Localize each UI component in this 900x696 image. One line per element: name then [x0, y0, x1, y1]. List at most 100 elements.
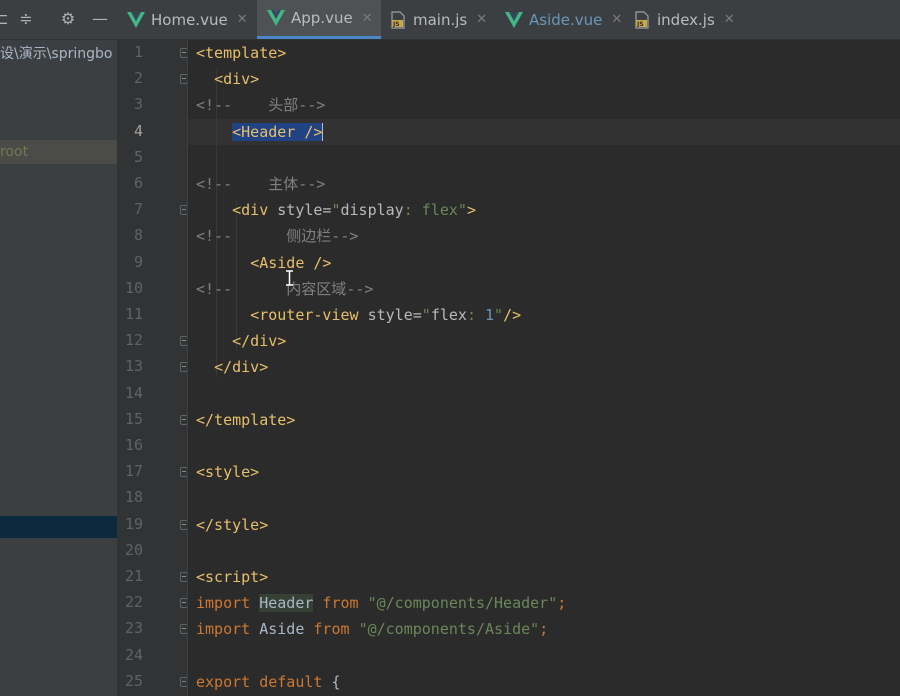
line-number: 6 [133, 174, 143, 192]
code-line[interactable]: </style> [196, 512, 268, 538]
line-number: 8 [133, 226, 143, 245]
code-token: ; [539, 620, 549, 639]
code-token: style= [367, 306, 422, 324]
tab-index-js[interactable]: JS index.js ✕ [625, 0, 755, 39]
code-token: : [403, 201, 422, 220]
vue-file-icon [127, 11, 145, 28]
code-token: style= [277, 201, 332, 220]
line-number: 3 [133, 95, 143, 114]
code-token: </template> [196, 410, 296, 429]
text-caret [322, 123, 324, 142]
code-line[interactable]: import Header from "@/components/Header"… [196, 590, 566, 616]
code-token: </div> [232, 332, 287, 351]
svg-text:JS: JS [636, 21, 644, 28]
tab-label: App.vue [291, 9, 353, 27]
expand-icon[interactable]: ⊏ [0, 9, 12, 29]
code-line[interactable]: <div> [196, 66, 259, 92]
code-token: <style> [196, 463, 260, 482]
line-number: 9 [133, 252, 143, 271]
code-editor[interactable]: <template> <div> <!-- 头部--> <Header /> <!-… [188, 40, 900, 696]
root-label: root [0, 144, 29, 160]
line-number: 4 [133, 121, 143, 140]
line-number: 18 [124, 488, 143, 507]
code-line[interactable]: import Aside from "@/components/Aside"; [196, 616, 548, 642]
collapse-icon[interactable]: ≑ [16, 9, 36, 29]
line-number: 25 [124, 671, 143, 690]
tab-label: Home.vue [151, 10, 228, 29]
line-number: 24 [124, 645, 143, 664]
code-token: flex [421, 201, 458, 220]
line-number: 5 [133, 147, 143, 166]
svg-text:JS: JS [392, 21, 400, 28]
code-token: : [466, 306, 485, 324]
code-line[interactable]: <Header /> [196, 119, 324, 145]
code-token: <Header /> [232, 122, 323, 141]
code-token: ; [557, 594, 567, 613]
line-number: 14 [124, 383, 143, 402]
project-tree-selected-row[interactable] [0, 516, 117, 538]
tab-label: index.js [657, 10, 715, 29]
code-token: " [421, 306, 431, 324]
line-number: 23 [124, 619, 143, 638]
code-token: </div> [214, 358, 269, 377]
project-tree-root-row[interactable]: root [0, 140, 117, 164]
close-icon[interactable]: ✕ [724, 12, 735, 27]
project-toolbar: ⊏ ≑ ⚙ — [0, 0, 117, 40]
editor-tab-bar: Home.vue ✕ App.vue ✕ JS main.js ✕ Aside.vue ✕ JS i… [117, 0, 900, 40]
close-icon[interactable]: ✕ [611, 12, 622, 27]
tab-app-vue[interactable]: App.vue ✕ [257, 0, 381, 39]
code-line[interactable]: </div> [196, 354, 268, 380]
project-path[interactable]: 设\演示\springbo [0, 43, 117, 63]
code-token: <!-- 主体--> [196, 175, 326, 193]
tab-aside-vue[interactable]: Aside.vue ✕ [495, 0, 625, 39]
close-icon[interactable]: ✕ [476, 12, 487, 27]
code-line[interactable]: <style> [196, 459, 259, 485]
code-token: " [457, 201, 467, 220]
code-token: from [313, 594, 368, 613]
tab-main-js[interactable]: JS main.js ✕ [381, 0, 495, 39]
code-line[interactable]: <Aside /> [196, 250, 331, 276]
code-token: 1 [485, 306, 495, 324]
line-number: 7 [133, 200, 143, 219]
code-line[interactable]: <script> [196, 564, 268, 590]
close-icon[interactable]: ✕ [362, 11, 373, 26]
code-line[interactable]: <div style="display: flex"> [196, 197, 476, 223]
code-token: > [466, 201, 476, 220]
code-token: <router-view [250, 306, 368, 324]
code-line[interactable]: export default { [196, 669, 341, 695]
line-number: 20 [124, 540, 143, 559]
minus-icon[interactable]: — [90, 9, 110, 29]
line-number: 19 [124, 514, 143, 533]
code-line[interactable]: <!-- 主体--> [196, 171, 325, 197]
code-token: <script> [196, 568, 269, 586]
code-line[interactable]: </div> [196, 328, 286, 354]
code-token: <!-- 头部--> [196, 96, 326, 115]
code-token: /> [503, 306, 522, 324]
tab-home-vue[interactable]: Home.vue ✕ [117, 0, 257, 39]
code-line[interactable]: <router-view style="flex: 1"/> [196, 302, 521, 328]
code-token: flex [430, 306, 467, 324]
line-number: 1 [133, 43, 143, 61]
code-token: " [331, 201, 341, 220]
code-token: <template> [196, 44, 287, 62]
code-token: <div> [214, 70, 260, 89]
line-number: 22 [124, 593, 143, 612]
code-token: export default [196, 672, 332, 691]
code-token: import [196, 594, 260, 613]
code-token: display [340, 201, 404, 220]
line-number: 21 [124, 567, 143, 585]
line-number: 11 [124, 305, 143, 323]
code-token: Header [259, 594, 314, 613]
code-line[interactable]: </template> [196, 407, 295, 433]
code-token: </style> [196, 515, 269, 534]
gear-icon[interactable]: ⚙ [58, 9, 78, 29]
code-line[interactable]: <template> [196, 40, 286, 66]
code-line[interactable]: <!-- 侧边栏--> [196, 223, 358, 249]
line-number: 17 [124, 462, 143, 481]
code-token: import [196, 620, 260, 639]
close-icon[interactable]: ✕ [237, 12, 248, 27]
code-line[interactable]: <!-- 头部--> [196, 92, 325, 118]
